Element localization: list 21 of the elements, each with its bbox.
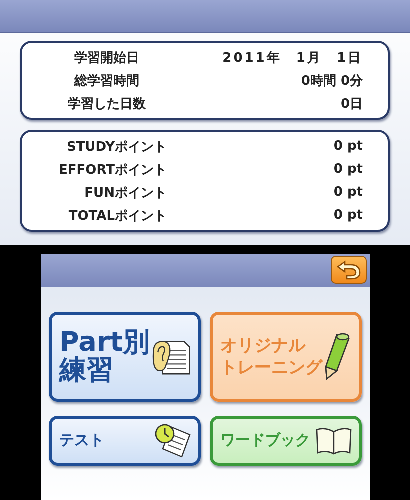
menu-button[interactable]: Part別 練習	[48, 312, 200, 402]
stat-label: FUNポイント	[84, 184, 167, 202]
menu-button[interactable]: テスト	[48, 416, 200, 466]
stat-label: EFFORTポイント	[58, 162, 167, 178]
stat-value: 0 pt	[332, 139, 364, 154]
stat-value: 0 pt	[332, 162, 364, 177]
stat-label: 学習開始日	[74, 50, 140, 66]
stat-value: 0日	[340, 96, 364, 112]
clock-document-icon	[154, 423, 192, 459]
pencil-icon	[322, 331, 352, 383]
stat-value: 0 pt	[332, 185, 364, 200]
stat-label: TOTALポイント	[68, 208, 167, 224]
book-icon	[314, 426, 352, 456]
back-button[interactable]	[330, 256, 366, 284]
stat-value: 0 pt	[332, 208, 364, 223]
stat-value: 2011年 1月 1日	[222, 50, 364, 66]
stat-label: STUDYポイント	[66, 138, 167, 156]
stat-label: 学習した日数	[67, 96, 147, 112]
stat-label: 総学習時間	[73, 72, 140, 90]
return-arrow-icon	[336, 260, 362, 280]
stat-value: 0時間 0分	[300, 72, 364, 90]
